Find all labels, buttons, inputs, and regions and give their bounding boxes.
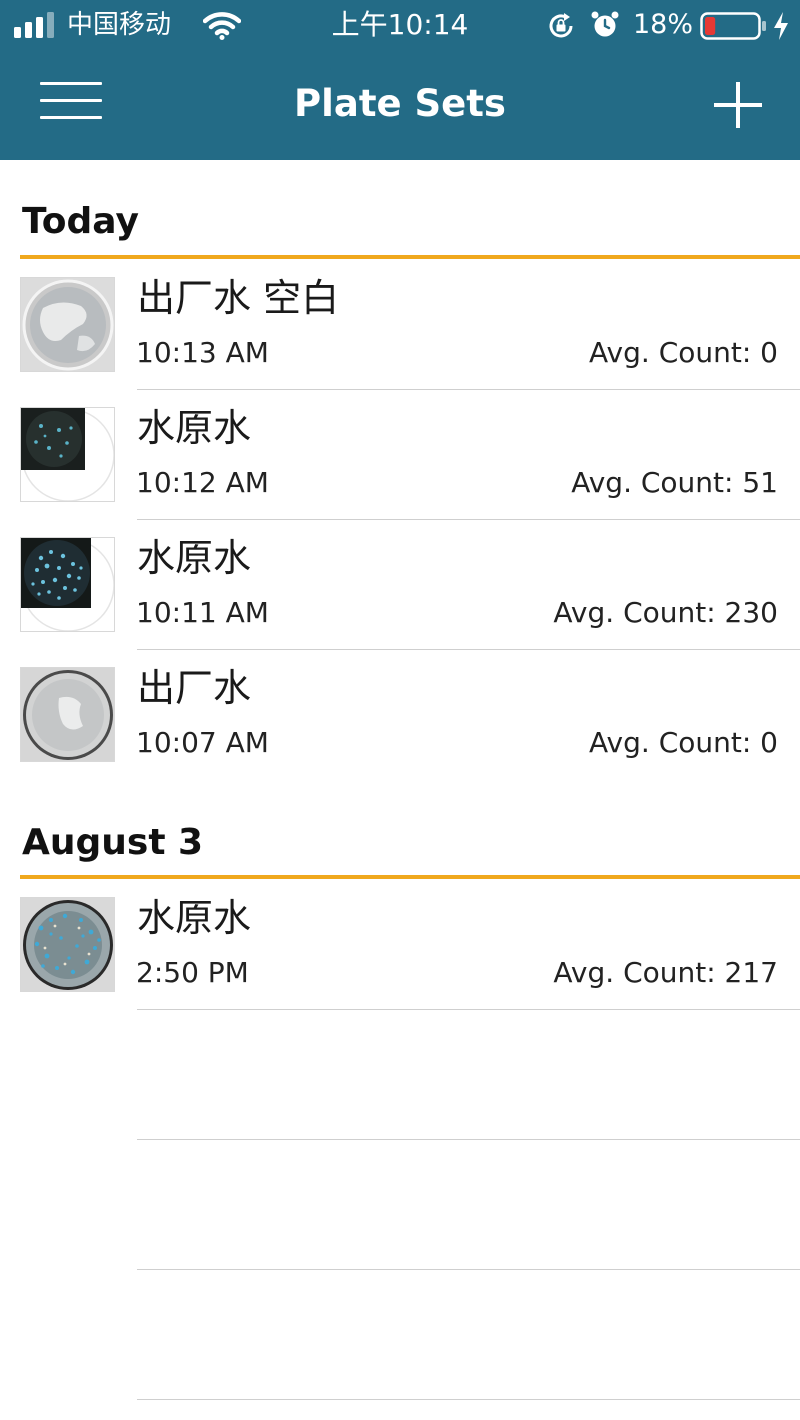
status-bar: 中国移动 上午10:14 18% (0, 0, 800, 52)
plate-set-title: 水原水 (137, 406, 252, 450)
plate-set-time: 10:11 AM (136, 596, 269, 629)
plate-set-row[interactable]: 水原水 10:11 AM Avg. Count: 230 (0, 520, 800, 650)
row-divider (137, 1009, 800, 1010)
charging-bolt-icon (774, 12, 788, 40)
plate-thumbnail (20, 277, 115, 372)
plate-set-avg-count: Avg. Count: 0 (589, 336, 778, 369)
section-divider (20, 875, 800, 879)
battery-icon (700, 12, 766, 40)
plate-set-avg-count: Avg. Count: 51 (571, 466, 778, 499)
empty-row-divider (137, 1139, 800, 1140)
page-title: Plate Sets (294, 82, 506, 125)
section-divider (20, 255, 800, 259)
navigation-bar: Plate Sets (0, 52, 800, 160)
plate-set-row[interactable]: 出厂水 10:07 AM Avg. Count: 0 (0, 650, 800, 780)
plate-set-row[interactable]: 水原水 10:12 AM Avg. Count: 51 (0, 390, 800, 520)
plate-set-time: 2:50 PM (136, 956, 249, 989)
plate-set-avg-count: Avg. Count: 217 (553, 956, 778, 989)
plate-thumbnail (20, 667, 115, 762)
plate-thumbnail (20, 537, 115, 632)
plate-set-time: 10:12 AM (136, 466, 269, 499)
rotation-lock-icon (549, 13, 573, 38)
plate-set-avg-count: Avg. Count: 0 (589, 726, 778, 759)
plate-set-time: 10:07 AM (136, 726, 269, 759)
plate-set-row[interactable]: 水原水 2:50 PM Avg. Count: 217 (0, 880, 800, 1010)
plate-set-title: 水原水 (137, 896, 252, 940)
plate-set-title: 出厂水 空白 (137, 276, 340, 320)
section-header-august-3: August 3 (22, 822, 204, 863)
plate-set-row[interactable]: 出厂水 空白 10:13 AM Avg. Count: 0 (0, 260, 800, 390)
alarm-icon (591, 11, 619, 37)
battery-percent: 18% (633, 9, 694, 40)
plate-set-title: 水原水 (137, 536, 252, 580)
plus-icon[interactable] (712, 80, 764, 132)
plate-set-time: 10:13 AM (136, 336, 269, 369)
section-header-today: Today (22, 201, 139, 242)
empty-row-divider (137, 1269, 800, 1270)
plate-set-title: 出厂水 (137, 666, 252, 710)
plate-thumbnail (20, 897, 115, 992)
empty-row-divider (137, 1399, 800, 1400)
plate-set-avg-count: Avg. Count: 230 (553, 596, 778, 629)
plate-thumbnail (20, 407, 115, 502)
